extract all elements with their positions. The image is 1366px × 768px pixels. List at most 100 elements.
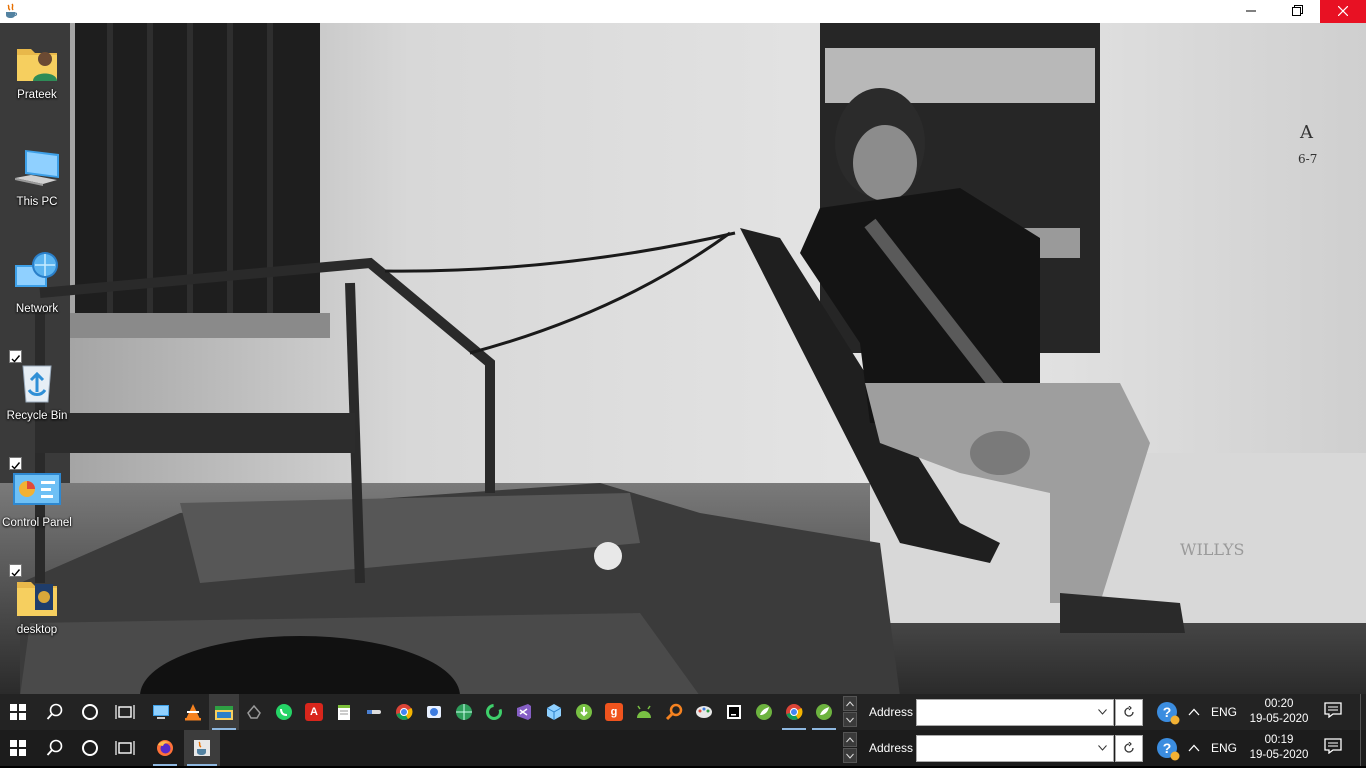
chevron-up-icon (1188, 703, 1200, 721)
desktop-icon-this-pc[interactable]: This PC (2, 136, 72, 226)
taskbar-app-firefox[interactable] (150, 730, 180, 766)
desktop-icon-recycle-bin[interactable]: Recycle Bin (2, 350, 72, 440)
address-input[interactable] (919, 738, 1089, 759)
svg-text:A: A (1299, 122, 1314, 143)
windows-icon (10, 740, 26, 756)
taskbar-app-vlc[interactable] (178, 694, 208, 730)
task-view-button[interactable] (108, 730, 142, 766)
file-explorer-icon (214, 703, 234, 721)
taskbar-app-spring[interactable] (809, 694, 839, 730)
minimize-button[interactable] (1228, 0, 1274, 23)
taskbar-app-spring[interactable] (749, 694, 779, 730)
visual-studio-icon (515, 703, 533, 721)
taskbar-app[interactable] (419, 694, 449, 730)
help-tray-icon[interactable]: ? (1155, 736, 1181, 762)
taskbar-app-torrent[interactable] (569, 694, 599, 730)
folder-icon (13, 572, 61, 620)
maximize-button[interactable] (1274, 0, 1320, 23)
action-center-button[interactable] (1322, 730, 1344, 766)
task-view-icon (115, 703, 135, 721)
language-indicator[interactable]: ENG (1208, 730, 1240, 766)
chrome-icon (785, 703, 803, 721)
task-view-button[interactable] (108, 694, 142, 730)
app-icon (425, 703, 443, 721)
desktop-icon-label: This PC (16, 196, 58, 208)
taskbar-app-search-tool[interactable] (659, 694, 689, 730)
spring-icon (815, 703, 833, 721)
show-desktop-button[interactable] (1360, 730, 1366, 766)
task-view-icon (115, 739, 135, 757)
desktop-icon-control-panel[interactable]: Control Panel (2, 457, 72, 547)
g-icon: g (605, 703, 623, 721)
svg-text:?: ? (1163, 740, 1172, 756)
restore-icon (1291, 3, 1303, 21)
clock[interactable]: 00:19 19-05-2020 (1244, 733, 1314, 763)
action-center-button[interactable] (1322, 694, 1344, 730)
help-tray-icon[interactable]: ? (1155, 700, 1181, 726)
taskbar-app-java[interactable] (184, 730, 220, 766)
app-icon (246, 704, 262, 720)
chevron-up-icon[interactable] (843, 732, 857, 747)
taskbar-app-whatsapp[interactable] (269, 694, 299, 730)
android-studio-icon (635, 704, 653, 720)
chevron-down-icon[interactable] (1095, 739, 1109, 757)
desktop-icon-desktop[interactable]: desktop (2, 564, 72, 654)
computer-icon (151, 703, 171, 721)
taskbar-app-g[interactable]: g (599, 694, 629, 730)
recycle-bin-icon (13, 358, 61, 406)
pen-icon (365, 703, 383, 721)
taskbar-app-chrome[interactable] (779, 694, 809, 730)
torrent-icon (575, 703, 593, 721)
search-icon (46, 703, 64, 721)
chevron-up-icon[interactable] (843, 696, 857, 711)
taskbar-app-cube[interactable] (539, 694, 569, 730)
taskbar-app-acrobat[interactable]: A (299, 694, 329, 730)
clock-time: 00:19 (1264, 734, 1294, 746)
taskbar-app-pen[interactable] (359, 694, 389, 730)
desktop-icon-prateek[interactable]: Prateek (2, 29, 72, 119)
search-button[interactable] (38, 694, 72, 730)
chevron-down-icon[interactable] (843, 712, 857, 727)
desktop-icon-label: Recycle Bin (6, 410, 68, 422)
taskbar-app-notepad[interactable] (329, 694, 359, 730)
toolbar-scroll-buttons[interactable] (843, 696, 857, 728)
taskbar-app-android-studio[interactable] (629, 694, 659, 730)
desktop-icon-network[interactable]: Network (2, 243, 72, 333)
taskbar-app-chrome[interactable] (389, 694, 419, 730)
clock[interactable]: 00:20 19-05-2020 (1244, 697, 1314, 727)
search-icon (46, 739, 64, 757)
clock-date: 19-05-2020 (1249, 713, 1309, 725)
show-hidden-icons-button[interactable] (1184, 730, 1204, 766)
address-field[interactable] (916, 735, 1114, 762)
show-desktop-button[interactable] (1360, 694, 1366, 730)
refresh-icon (485, 703, 503, 721)
java-icon (4, 3, 18, 19)
address-field[interactable] (916, 699, 1114, 726)
taskbar-app-file-explorer[interactable] (209, 694, 239, 730)
cortana-button[interactable] (73, 730, 107, 766)
language-indicator[interactable]: ENG (1208, 694, 1240, 730)
start-button[interactable] (0, 694, 36, 730)
computer-icon (13, 144, 61, 192)
chevron-down-icon[interactable] (1095, 703, 1109, 721)
taskbar-app[interactable] (239, 694, 269, 730)
clock-time: 00:20 (1264, 698, 1294, 710)
cortana-button[interactable] (73, 694, 107, 730)
search-button[interactable] (38, 730, 72, 766)
close-button[interactable] (1320, 0, 1366, 23)
taskbar-bottom: Address ? ENG 00:19 19-05-2020 (0, 730, 1366, 766)
taskbar-app-refresh[interactable] (479, 694, 509, 730)
desktop-wallpaper: A 6-7 WILLYS (0, 23, 1366, 696)
address-input[interactable] (919, 702, 1089, 723)
taskbar-app-visual-studio[interactable] (509, 694, 539, 730)
start-button[interactable] (0, 730, 36, 766)
address-go-button[interactable] (1115, 735, 1143, 762)
taskbar-app-computer[interactable] (146, 694, 176, 730)
taskbar-app-terminal[interactable] (719, 694, 749, 730)
toolbar-scroll-buttons[interactable] (843, 732, 857, 764)
taskbar-app-paint[interactable] (689, 694, 719, 730)
taskbar-app-globe[interactable] (449, 694, 479, 730)
chevron-down-icon[interactable] (843, 748, 857, 763)
address-go-button[interactable] (1115, 699, 1143, 726)
show-hidden-icons-button[interactable] (1184, 694, 1204, 730)
